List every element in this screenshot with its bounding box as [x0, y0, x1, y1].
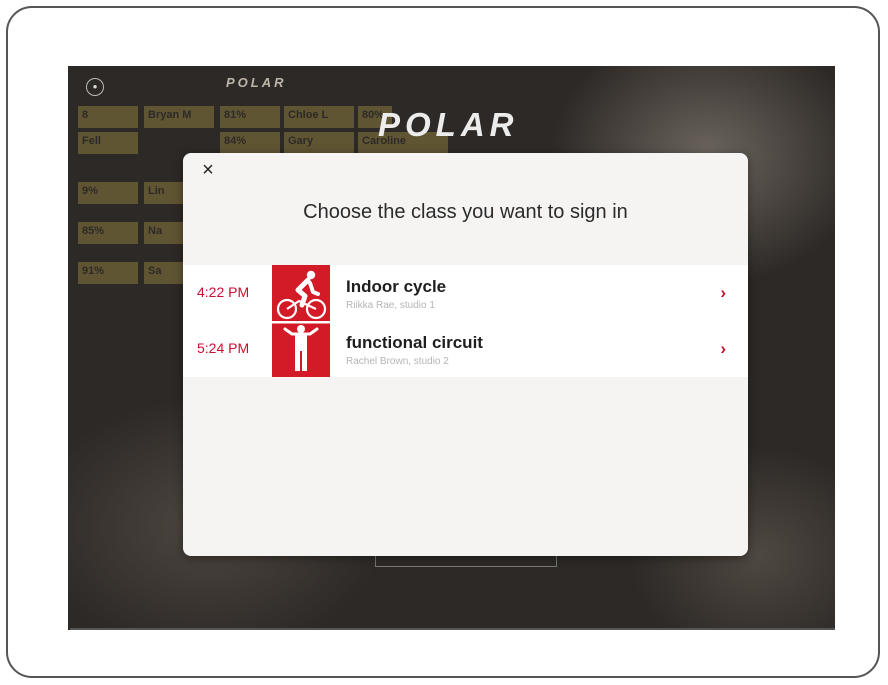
- class-row-functional-circuit[interactable]: 5:24 PM functional circuit Rachel Brown,…: [183, 321, 748, 377]
- chevron-right-icon: ›: [720, 283, 726, 302]
- leaderboard-tile: Chloe L: [284, 106, 354, 128]
- leaderboard-tile: Lin: [144, 182, 184, 204]
- class-name: functional circuit: [346, 333, 483, 352]
- leaderboard-tile: Fell: [78, 132, 138, 154]
- leaderboard-tile: 91%: [78, 262, 138, 284]
- dialog-title: Choose the class you want to sign in: [303, 201, 628, 223]
- weightlifting-icon: [272, 321, 330, 377]
- class-time: 5:24 PM: [197, 340, 250, 356]
- leaderboard-tile: 9%: [78, 182, 138, 204]
- cycling-icon: [272, 265, 330, 321]
- class-list: 4:22 PM Indoor cycle Riikka Rae, studio …: [183, 265, 748, 377]
- class-instructor: Riikka Rae, studio 1: [346, 300, 435, 311]
- leaderboard-tile: 81%: [220, 106, 280, 128]
- leaderboard-tile: 8: [78, 106, 138, 128]
- class-row-indoor-cycle[interactable]: 4:22 PM Indoor cycle Riikka Rae, studio …: [183, 265, 748, 321]
- class-time: 4:22 PM: [197, 284, 250, 300]
- lock-button[interactable]: ●: [86, 78, 104, 96]
- leaderboard-tile: Gary: [284, 132, 354, 154]
- close-icon[interactable]: ×: [197, 159, 219, 181]
- class-selection-dialog: × Choose the class you want to sign in 4…: [183, 153, 748, 556]
- chevron-right-icon: ›: [720, 339, 726, 358]
- lock-icon: ●: [92, 82, 98, 91]
- class-name: Indoor cycle: [346, 277, 447, 296]
- leaderboard-tile: 84%: [220, 132, 280, 154]
- leaderboard-tile: Sa: [144, 262, 184, 284]
- polar-logo: POLAR: [378, 106, 519, 143]
- mini-polar-logo: POLAR: [226, 75, 287, 90]
- screen-bottom-edge: [70, 628, 835, 630]
- leaderboard-tile: Na: [144, 222, 184, 244]
- class-instructor: Rachel Brown, studio 2: [346, 356, 449, 367]
- leaderboard-tile: Bryan M: [144, 106, 214, 128]
- leaderboard-tile: 85%: [78, 222, 138, 244]
